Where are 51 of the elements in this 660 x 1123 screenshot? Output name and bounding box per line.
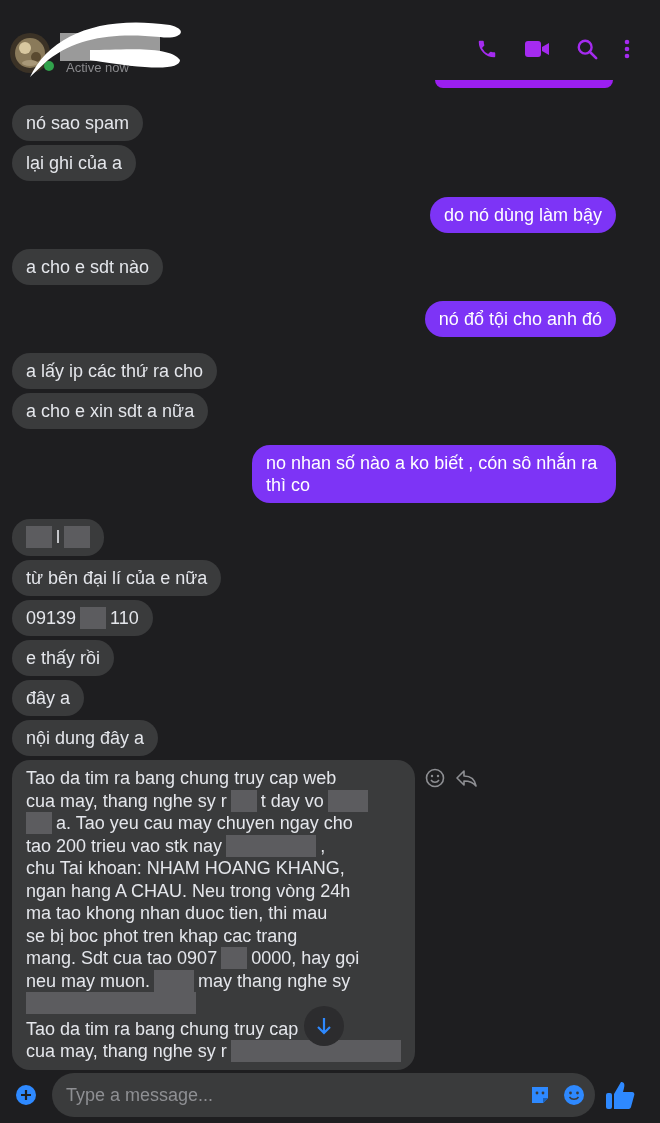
message-text: mang. Sdt cua tao 0907 [26,947,218,970]
redaction-block [26,526,52,549]
redaction-block [64,526,90,549]
message-text: cua may, thang nghe sy r [26,1040,227,1063]
message-text: l [56,526,60,549]
add-icon[interactable] [16,1085,36,1105]
message-text: t day vo [260,789,324,812]
message-text: Tao da tim ra bang chung truy cap [26,1017,299,1040]
message-text: từ bên đại lí của e nữa [26,567,208,588]
message-text: no nhan số nào a ko biết , cón sô nhắn ra thì co [266,453,598,495]
video-camera-icon[interactable] [524,39,550,59]
redaction-block [230,789,257,812]
message-text: may thang nghe sy [198,969,351,992]
message-text: ngan hang A CHAU. Neu trong vòng 24h [26,879,351,902]
emoji-icon[interactable] [424,768,445,788]
thumbs-up-icon[interactable] [605,1079,637,1111]
sticker-icon[interactable] [529,1084,551,1106]
message-text: ma tao khong nhan duoc tien, thi mau [26,902,328,925]
phone-icon[interactable] [476,38,498,60]
reply-icon[interactable] [454,769,477,787]
arrow-down-icon [317,1016,332,1035]
message-text: nó sao spam [26,113,130,133]
message-text: tao 200 trieu vao stk nay [26,834,223,857]
message-text: đây a [26,688,71,708]
message-text: do nó dùng làm bậy [443,205,602,225]
emoji-icon[interactable] [563,1084,585,1106]
redaction-block [221,947,248,970]
more-icon[interactable] [624,39,630,59]
message-text: Tao da tim ra bang chung truy cap web [26,767,337,790]
message-text: neu may muon. [26,969,151,992]
message-text: e thấy rồi [26,648,101,668]
redaction-block [327,789,368,812]
message-text: nội dung đây a [26,728,145,748]
message-text: chu Tai khoan: NHAM HOANG KHANG, [26,857,345,880]
message-text: a. Tao yeu cau may chuyen ngay cho [56,812,353,835]
message-text: a lấy ip các thứ ra cho [26,361,204,381]
message-text: , [320,834,326,857]
message-field[interactable]: Type a message... [52,1073,595,1117]
message-text: 09139 [26,606,77,629]
redaction-block [26,812,52,835]
message-text: se bị boc phot tren khap cac trang [26,924,298,947]
message-text: cua may, thang nghe sy r [26,789,227,812]
message-text: 0000, hay gọi [251,947,360,970]
search-icon[interactable] [576,38,598,60]
message-text: 110 [110,606,139,629]
message-text: a cho e sdt nào [26,257,150,277]
redaction-block [80,606,107,629]
message-text: lại ghi của a [26,153,123,173]
message-text: nó đổ tội cho anh đó [438,309,602,329]
status-text: Active now [66,59,129,77]
message-text: a cho e xin sdt a nữa [26,401,195,421]
